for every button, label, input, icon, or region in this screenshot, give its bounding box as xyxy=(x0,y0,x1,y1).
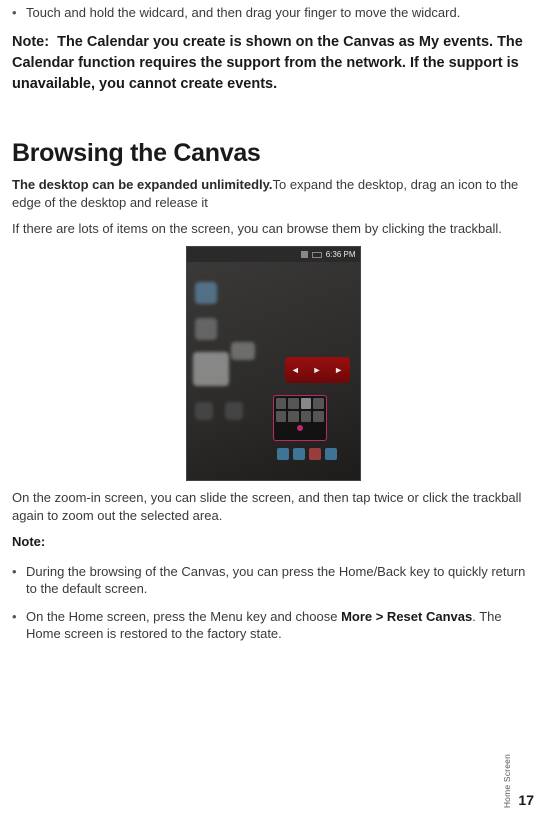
bullet-dot: • xyxy=(12,563,26,598)
section-heading: Browsing the Canvas xyxy=(12,139,534,168)
blur-icon xyxy=(231,342,255,360)
note-label: Note: xyxy=(12,34,49,50)
side-label: Home Screen xyxy=(502,754,512,808)
intro-bullet: • Touch and hold the widcard, and then d… xyxy=(12,4,534,22)
blur-icon xyxy=(193,352,229,386)
bullet-2a: On the Home screen, press the Menu key a… xyxy=(26,609,341,624)
bullet-2-strong: More > Reset Canvas xyxy=(341,609,472,624)
bullet-1-text: During the browsing of the Canvas, you c… xyxy=(26,563,534,598)
blur-icon xyxy=(225,402,243,420)
para-1: The desktop can be expanded unlimitedly.… xyxy=(12,176,534,212)
bullet-dot: • xyxy=(12,608,26,643)
canvas-area: ◄ ► ► xyxy=(187,262,360,480)
blur-icon xyxy=(195,282,217,304)
note-block: Note: The Calendar you create is shown o… xyxy=(12,32,534,95)
prev-icon: ◄ xyxy=(291,365,300,375)
para-1-lead: The desktop can be expanded unlimitedly. xyxy=(12,177,273,192)
bullet-2-text: On the Home screen, press the Menu key a… xyxy=(26,608,534,643)
next-icon: ► xyxy=(334,365,343,375)
para-3: On the zoom-in screen, you can slide the… xyxy=(12,489,534,525)
para-2: If there are lots of items on the screen… xyxy=(12,220,534,238)
intro-bullet-text: Touch and hold the widcard, and then dra… xyxy=(26,4,534,22)
bullet-2: • On the Home screen, press the Menu key… xyxy=(12,608,534,643)
status-bar: 6:36 PM xyxy=(187,247,360,262)
blur-icon xyxy=(195,402,213,420)
page-number: 17 xyxy=(518,792,534,808)
signal-icon xyxy=(301,251,308,258)
bullet-dot: • xyxy=(12,4,26,22)
bullet-1: • During the browsing of the Canvas, you… xyxy=(12,563,534,598)
note-text: The Calendar you create is shown on the … xyxy=(12,34,523,92)
selection-overlay xyxy=(273,395,327,441)
dock-icons xyxy=(277,448,337,460)
selection-dot-icon xyxy=(297,425,303,431)
music-widget: ◄ ► ► xyxy=(285,357,350,383)
page-footer: Home Screen 17 xyxy=(502,754,534,808)
note-2-label: Note: xyxy=(12,534,534,549)
status-time: 6:36 PM xyxy=(326,250,356,259)
blur-icon xyxy=(195,318,217,340)
battery-icon xyxy=(312,252,322,258)
phone-screenshot: 6:36 PM ◄ ► ► xyxy=(186,246,361,481)
play-icon: ► xyxy=(313,365,322,375)
